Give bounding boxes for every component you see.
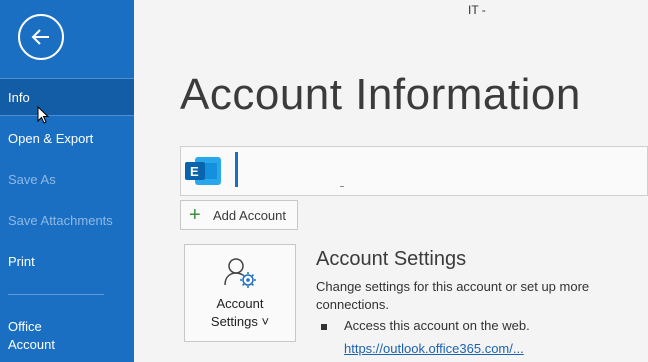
bullet-marker xyxy=(321,324,327,330)
user-gear-icon xyxy=(224,258,256,288)
outlook-web-link[interactable]: https://outlook.office365.com/... xyxy=(344,341,524,356)
exchange-icon: E xyxy=(185,157,221,185)
office-account-line1: Office xyxy=(8,319,42,334)
account-settings-label: Account Settings ˅ xyxy=(185,295,295,331)
web-access-text: Access this account on the web. xyxy=(344,318,530,333)
nav-divider xyxy=(8,294,104,295)
backstage-sidebar: Info Open & Export Save As Save Attachme… xyxy=(0,0,134,362)
office-account-line2: Account xyxy=(8,337,55,352)
nav-item-save-attachments[interactable]: Save Attachments xyxy=(0,202,134,240)
selector-caret xyxy=(235,152,238,187)
add-account-button[interactable]: + Add Account xyxy=(180,200,298,230)
mouse-cursor-icon xyxy=(37,106,49,124)
account-settings-description: Change settings for this account or set … xyxy=(316,279,590,312)
account-settings-button[interactable]: Account Settings ˅ xyxy=(184,244,296,342)
window-title: IT - xyxy=(468,3,486,17)
selector-mark xyxy=(340,186,344,187)
tile-label-line2: Settings ˅ xyxy=(210,314,270,329)
svg-text:E: E xyxy=(190,164,199,179)
nav-item-office-account[interactable]: Office Account xyxy=(8,318,55,354)
page-title: Account Information xyxy=(180,70,581,119)
account-settings-heading: Account Settings xyxy=(316,248,467,270)
back-button[interactable] xyxy=(18,14,64,60)
nav-item-info[interactable]: Info xyxy=(0,78,134,116)
tile-label-line1: Account xyxy=(216,296,264,311)
back-arrow-icon xyxy=(31,29,49,45)
nav-item-print[interactable]: Print xyxy=(0,243,134,281)
nav-item-open-export[interactable]: Open & Export xyxy=(0,120,134,158)
plus-icon: + xyxy=(189,204,201,226)
nav-item-save-as[interactable]: Save As xyxy=(0,161,134,199)
add-account-label: Add Account xyxy=(213,208,286,223)
account-selector[interactable] xyxy=(180,146,648,196)
